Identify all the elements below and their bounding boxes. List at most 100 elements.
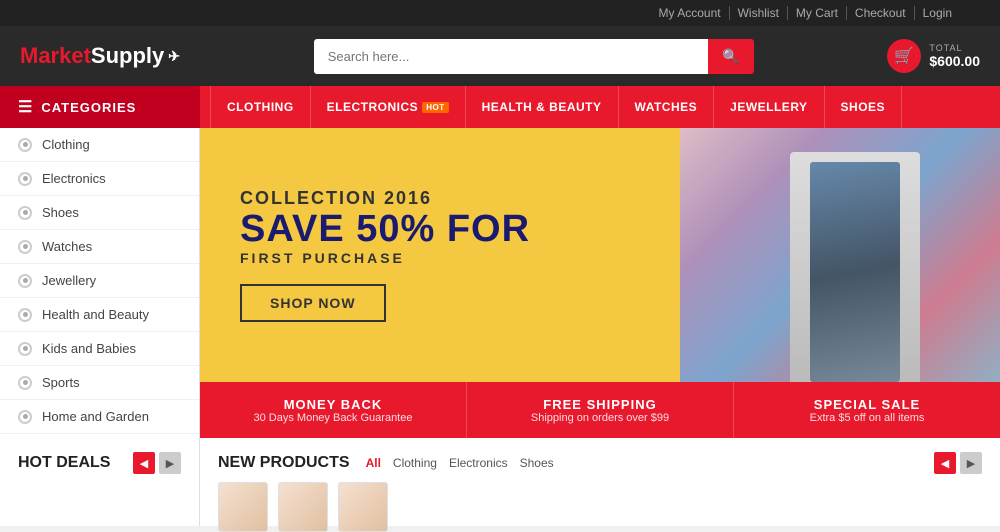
hot-badge: HOT xyxy=(422,102,448,113)
new-products-prev-button[interactable]: ◀ xyxy=(934,452,956,474)
main-content: Clothing Electronics Shoes Watches Jewel… xyxy=(0,128,1000,438)
wishlist-link[interactable]: Wishlist xyxy=(730,6,788,20)
hero-content: COLLECTION 2016 SAVE 50% FOR FIRST PURCH… xyxy=(200,158,570,353)
promo-money-back: MONEY BACK 30 Days Money Back Guarantee xyxy=(200,382,467,438)
cart-icon[interactable]: 🛒 xyxy=(887,39,921,73)
nav-jewellery[interactable]: JEWELLERY xyxy=(714,86,824,128)
my-cart-link[interactable]: My Cart xyxy=(788,6,847,20)
sidebar-label-watches: Watches xyxy=(42,239,92,254)
nav-shoes[interactable]: SHOES xyxy=(825,86,903,128)
search-bar: 🔍 xyxy=(314,39,754,74)
sidebar-label-electronics: Electronics xyxy=(42,171,106,186)
filter-shoes[interactable]: Shoes xyxy=(520,456,554,470)
product-thumb-3[interactable] xyxy=(338,482,388,532)
filter-all[interactable]: All xyxy=(366,456,381,470)
logo[interactable]: MarketSupply ✈ xyxy=(20,43,180,69)
sidebar-circle-icon xyxy=(18,138,32,152)
cart-amount: $600.00 xyxy=(929,53,980,69)
hero-banner: COLLECTION 2016 SAVE 50% FOR FIRST PURCH… xyxy=(200,128,1000,382)
cart-area: 🛒 TOTAL $600.00 xyxy=(887,39,980,73)
sidebar-item-watches[interactable]: Watches xyxy=(0,230,199,264)
filter-clothing[interactable]: Clothing xyxy=(393,456,437,470)
new-products-filters: All Clothing Electronics Shoes xyxy=(366,456,554,470)
sidebar-circle-icon xyxy=(18,172,32,186)
nav-bar: ☰ CATEGORIES CLOTHING ELECTRONICS HOT HE… xyxy=(0,86,1000,128)
shop-now-button[interactable]: SHOP NOW xyxy=(240,284,386,322)
my-account-link[interactable]: My Account xyxy=(651,6,730,20)
new-products-arrows: ◀ ▶ xyxy=(934,452,982,474)
sidebar-label-clothing: Clothing xyxy=(42,137,90,152)
nav-watches[interactable]: WATCHES xyxy=(619,86,715,128)
sidebar-circle-icon xyxy=(18,274,32,288)
top-bar: My Account Wishlist My Cart Checkout Log… xyxy=(0,0,1000,26)
hero-title: SAVE 50% FOR xyxy=(240,209,530,251)
sidebar-label-sports: Sports xyxy=(42,375,80,390)
promo-money-back-title: MONEY BACK xyxy=(284,397,383,412)
new-products-next-button[interactable]: ▶ xyxy=(960,452,982,474)
promo-free-shipping-desc: Shipping on orders over $99 xyxy=(531,412,669,424)
hero-model-figure xyxy=(810,162,900,382)
sidebar-circle-icon xyxy=(18,376,32,390)
sidebar-item-health-beauty[interactable]: Health and Beauty xyxy=(0,298,199,332)
sidebar-item-shoes[interactable]: Shoes xyxy=(0,196,199,230)
hot-deals-arrows: ◀ ▶ xyxy=(133,452,181,474)
sidebar-item-home-garden[interactable]: Home and Garden xyxy=(0,400,199,434)
sidebar-label-shoes: Shoes xyxy=(42,205,79,220)
sidebar-label-jewellery: Jewellery xyxy=(42,273,96,288)
nav-clothing[interactable]: CLOTHING xyxy=(210,86,311,128)
hot-deals-header: HOT DEALS ◀ ▶ xyxy=(18,452,181,474)
promo-special-sale-desc: Extra $5 off on all items xyxy=(810,412,925,424)
cart-total: TOTAL $600.00 xyxy=(929,43,980,69)
nav-links: CLOTHING ELECTRONICS HOT HEALTH & BEAUTY… xyxy=(200,86,902,128)
filter-electronics[interactable]: Electronics xyxy=(449,456,508,470)
product-thumb-2[interactable] xyxy=(278,482,328,532)
sidebar-circle-icon xyxy=(18,308,32,322)
logo-supply: Supply xyxy=(91,43,164,69)
sidebar-label-health-beauty: Health and Beauty xyxy=(42,307,149,322)
bottom-section: HOT DEALS ◀ ▶ NEW PRODUCTS All Clothing … xyxy=(0,438,1000,526)
logo-market: Market xyxy=(20,43,91,69)
promo-free-shipping: FREE SHIPPING Shipping on orders over $9… xyxy=(467,382,734,438)
product-thumbnails xyxy=(218,482,982,532)
login-link[interactable]: Login xyxy=(915,6,960,20)
sidebar-circle-icon xyxy=(18,206,32,220)
new-products-panel: NEW PRODUCTS All Clothing Electronics Sh… xyxy=(200,438,1000,526)
sidebar-item-jewellery[interactable]: Jewellery xyxy=(0,264,199,298)
sidebar-circle-icon xyxy=(18,342,32,356)
promo-money-back-desc: 30 Days Money Back Guarantee xyxy=(254,412,413,424)
promo-free-shipping-title: FREE SHIPPING xyxy=(543,397,656,412)
promo-bar: MONEY BACK 30 Days Money Back Guarantee … xyxy=(200,382,1000,438)
categories-label: CATEGORIES xyxy=(41,100,136,115)
hot-deals-next-button[interactable]: ▶ xyxy=(159,452,181,474)
hot-deals-title: HOT DEALS xyxy=(18,454,110,472)
promo-special-sale-title: SPECIAL SALE xyxy=(814,397,920,412)
new-products-title: NEW PRODUCTS xyxy=(218,454,350,472)
categories-button[interactable]: ☰ CATEGORIES xyxy=(0,86,200,128)
nav-electronics[interactable]: ELECTRONICS HOT xyxy=(311,86,466,128)
product-thumb-1[interactable] xyxy=(218,482,268,532)
hot-deals-prev-button[interactable]: ◀ xyxy=(133,452,155,474)
sidebar-circle-icon xyxy=(18,240,32,254)
hamburger-icon: ☰ xyxy=(18,97,33,117)
nav-health-beauty[interactable]: HEALTH & BEAUTY xyxy=(466,86,619,128)
top-bar-links: My Account Wishlist My Cart Checkout Log… xyxy=(651,6,960,20)
sidebar-item-kids-babies[interactable]: Kids and Babies xyxy=(0,332,199,366)
sidebar: Clothing Electronics Shoes Watches Jewel… xyxy=(0,128,200,438)
search-input[interactable] xyxy=(314,39,709,74)
search-button[interactable]: 🔍 xyxy=(708,39,753,74)
sidebar-circle-icon xyxy=(18,410,32,424)
hot-deals-panel: HOT DEALS ◀ ▶ xyxy=(0,438,200,526)
checkout-link[interactable]: Checkout xyxy=(847,6,915,20)
sidebar-label-kids-babies: Kids and Babies xyxy=(42,341,136,356)
cart-label: TOTAL xyxy=(929,43,980,53)
header: MarketSupply ✈ 🔍 🛒 TOTAL $600.00 xyxy=(0,26,1000,86)
sidebar-item-sports[interactable]: Sports xyxy=(0,366,199,400)
logo-icon: ✈ xyxy=(168,48,180,65)
sidebar-item-electronics[interactable]: Electronics xyxy=(0,162,199,196)
hero-desc: FIRST PURCHASE xyxy=(240,250,530,266)
sidebar-label-home-garden: Home and Garden xyxy=(42,409,149,424)
sidebar-item-clothing[interactable]: Clothing xyxy=(0,128,199,162)
hero-area: COLLECTION 2016 SAVE 50% FOR FIRST PURCH… xyxy=(200,128,1000,438)
new-products-header: NEW PRODUCTS All Clothing Electronics Sh… xyxy=(218,452,982,474)
hero-model xyxy=(790,152,920,382)
